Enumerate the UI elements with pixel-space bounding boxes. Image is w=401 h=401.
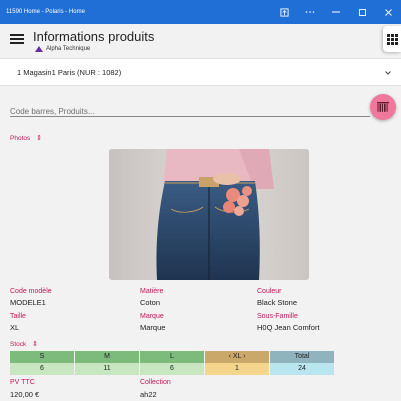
collection-value: ah22 <box>140 390 157 399</box>
store-selector[interactable]: 1 Magasin1 Paris (NUR : 1082) <box>0 58 401 86</box>
taille-value: XL <box>10 323 20 332</box>
photos-section-title[interactable]: Photos ⇕ <box>10 134 42 142</box>
triangle-icon <box>35 46 43 52</box>
couleur-label: Couleur <box>257 288 282 295</box>
marque-value: Marque <box>140 323 166 332</box>
pv-ttc-value: 120,00 € <box>10 390 40 399</box>
sort-icon: ⇕ <box>32 340 39 348</box>
subtitle-text: Alpha Technique <box>46 46 91 52</box>
stock-size-header: Total <box>270 351 334 363</box>
page-subtitle: Alpha Technique <box>35 46 90 52</box>
stock-size-header: M <box>75 351 139 363</box>
apps-grid-icon <box>386 33 398 45</box>
stock-qty: 11 <box>75 363 139 375</box>
photos-label: Photos <box>10 134 31 142</box>
product-photo <box>109 149 309 280</box>
code-modele-label: Code modèle <box>10 288 52 295</box>
menu-icon[interactable] <box>10 32 24 46</box>
sous-famille-label: Sous-Famille <box>257 313 298 320</box>
pv-ttc-label: PV TTC <box>10 379 35 386</box>
barcode-scan-button[interactable] <box>370 94 396 120</box>
search-field[interactable] <box>10 101 370 119</box>
sous-famille-value: H0Q Jean Comfort <box>257 323 320 332</box>
close-icon[interactable] <box>375 0 401 24</box>
code-modele-value: MODELE1 <box>10 298 46 307</box>
window-title: 11590 Home - Polaris - Home <box>6 9 85 15</box>
stock-qty: 6 <box>10 363 74 375</box>
stock-column[interactable]: Total 24 <box>270 351 334 375</box>
marque-label: Marque <box>140 313 164 320</box>
chevron-down-icon <box>385 71 391 75</box>
more-options-icon[interactable] <box>297 0 323 24</box>
search-input[interactable] <box>10 104 370 119</box>
stock-size-header: L <box>140 351 204 363</box>
window-titlebar: 11590 Home - Polaris - Home <box>0 0 401 24</box>
sort-icon: ⇕ <box>36 134 43 142</box>
stock-size-header: ‹ XL › <box>205 351 269 363</box>
stock-column[interactable]: L 6 <box>140 351 204 375</box>
couleur-value: Black Stone <box>257 298 298 307</box>
store-selector-value: 1 Magasin1 Paris (NUR : 1082) <box>17 68 122 77</box>
stock-qty: 6 <box>140 363 204 375</box>
stock-column[interactable]: ‹ XL › 1 <box>205 351 269 375</box>
taille-label: Taille <box>10 313 26 320</box>
matiere-value: Coton <box>140 298 161 307</box>
stock-size-header: S <box>10 351 74 363</box>
stock-label: Stock <box>10 340 27 348</box>
stock-column[interactable]: M 11 <box>75 351 139 375</box>
stock-qty: 24 <box>270 363 334 375</box>
share-icon[interactable] <box>271 0 297 24</box>
maximize-icon[interactable] <box>349 0 375 24</box>
apps-grid-button[interactable] <box>383 26 401 52</box>
collection-label: Collection <box>140 379 171 386</box>
app-header: Informations produits Alpha Technique <box>0 24 401 58</box>
stock-section-title[interactable]: Stock ⇕ <box>10 340 38 348</box>
barcode-icon <box>377 102 389 112</box>
stock-column[interactable]: S 6 <box>10 351 74 375</box>
stock-qty: 1 <box>205 363 269 375</box>
matiere-label: Matière <box>140 288 164 295</box>
minimize-icon[interactable] <box>323 0 349 24</box>
page-title: Informations produits <box>33 29 155 44</box>
